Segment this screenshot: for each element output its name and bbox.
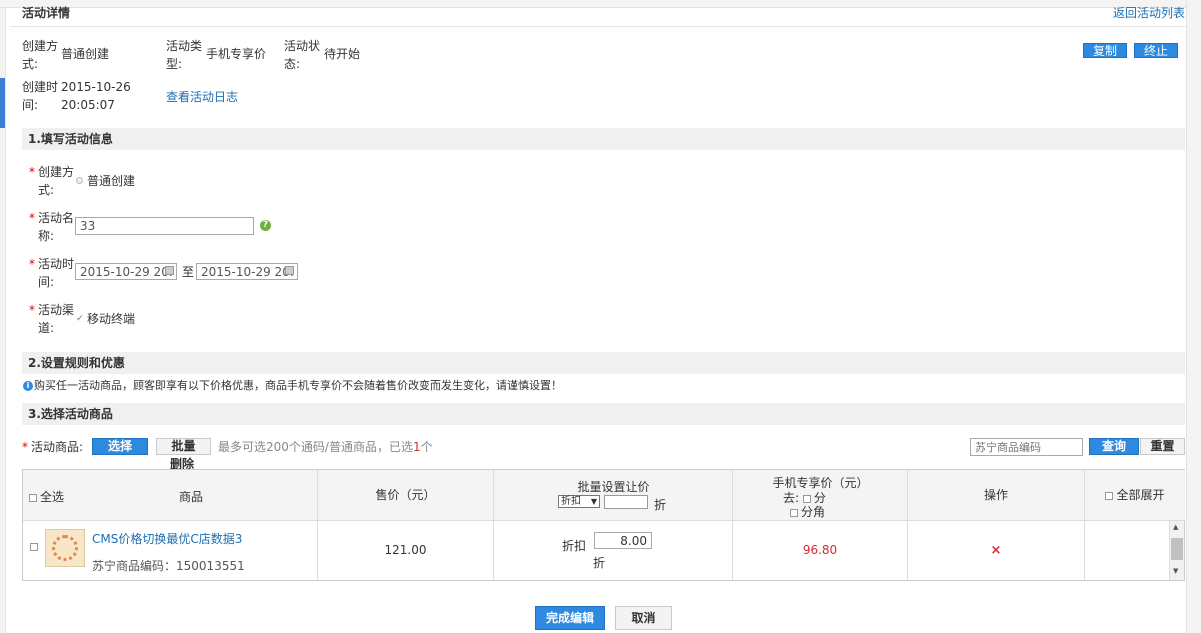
batch-discount-input[interactable] — [604, 495, 648, 509]
chevron-down-icon: ▼ — [590, 497, 597, 506]
remove-fenjiao-label: 分角 — [801, 505, 826, 519]
product-thumbnail-pattern — [52, 535, 78, 561]
channel-value: 移动终端 — [87, 312, 136, 326]
selection-limit-text: 最多可选200个通码/普通商品，已选1个 — [218, 438, 433, 456]
batch-discount-select[interactable]: 折扣 ▼ — [558, 495, 600, 508]
created-date: 2015-10-26 — [61, 80, 131, 94]
cancel-button[interactable]: 取消 — [615, 606, 672, 630]
info-icon: i — [23, 381, 33, 391]
help-icon[interactable]: ? — [260, 220, 271, 231]
expand-all-cell[interactable]: 全部展开 — [1085, 470, 1185, 520]
row-mobile-price: 96.80 — [733, 521, 908, 580]
end-time-value: 2015-10-29 20: — [201, 265, 294, 279]
header-batch-cell: 批量设置让价 折扣 ▼ 折 — [494, 470, 733, 520]
goods-code-search-input[interactable] — [970, 438, 1083, 456]
select-all-label: 全选 — [40, 490, 65, 504]
start-time-value: 2015-10-29 20: — [80, 265, 173, 279]
query-button[interactable]: 查询 — [1089, 438, 1139, 455]
channel-check-icon[interactable]: ✔ — [76, 314, 84, 324]
expand-all-checkbox[interactable] — [1105, 491, 1114, 500]
header-divider — [10, 26, 1186, 27]
activity-type-label: 活动类型: — [166, 39, 203, 71]
header-mobile-cell: 手机专享价（元） 去: 分 分角 — [733, 470, 908, 520]
column-batch: 批量设置让价 — [577, 480, 650, 494]
delete-icon[interactable]: × — [991, 543, 1002, 558]
remove-fenjiao-option[interactable]: 分角 — [790, 503, 825, 520]
end-time-input[interactable]: 2015-10-29 20: — [196, 263, 298, 280]
rules-notice: 购买任一活动商品，顾客即享有以下价格优惠，商品手机专享价不会随着售价改变而发生变… — [34, 379, 562, 392]
select-all-checkbox[interactable] — [29, 493, 37, 502]
scrollbar-thumb[interactable] — [1171, 538, 1183, 560]
time-label: 活动时间: — [38, 257, 75, 289]
column-product: 商品 — [179, 490, 204, 504]
activity-type-value: 手机专享价 — [206, 47, 267, 61]
select-all[interactable]: 全选 — [29, 488, 64, 505]
limit-suffix: 个 — [420, 440, 433, 454]
row-checkbox[interactable] — [30, 543, 38, 551]
product-code: 苏宁商品编码：150013551 — [92, 557, 245, 574]
start-time-input[interactable]: 2015-10-29 20: — [75, 263, 177, 280]
section-fill-info: 1.填写活动信息 — [22, 128, 1185, 150]
section-select-goods: 3.选择活动商品 — [22, 403, 1185, 425]
time-separator: 至 — [182, 265, 195, 279]
row-discount-cell: 折扣 8.00 折 — [494, 521, 733, 580]
batch-unit: 折 — [654, 498, 667, 512]
sidebar-active-marker — [0, 78, 5, 128]
activity-status-label: 活动状态: — [284, 39, 321, 71]
section-rules: 2.设置规则和优惠 — [22, 352, 1185, 374]
limit-prefix: 最多可选200个通码/普通商品，已选 — [218, 440, 413, 454]
row-action-cell: × — [908, 521, 1085, 580]
top-toolbar-strip — [0, 0, 1201, 8]
create-method-value: 普通创建 — [61, 47, 110, 61]
goods-label: 活动商品: — [31, 440, 84, 454]
activity-name-input[interactable]: 33 — [75, 217, 254, 235]
column-price: 售价（元） — [318, 470, 494, 520]
selected-count: 1 — [412, 440, 421, 454]
method-value: 普通创建 — [87, 174, 136, 188]
calendar-icon[interactable] — [285, 266, 294, 275]
table-row: CMS价格切换最优C店数据3 苏宁商品编码：150013551 — [23, 521, 318, 580]
discount-unit: 折 — [593, 556, 606, 570]
table-scrollbar[interactable]: ▲ ▼ — [1169, 521, 1184, 580]
created-time: 20:05:07 — [61, 98, 115, 112]
discount-label: 折扣 — [562, 539, 587, 553]
copy-button[interactable]: 复制 — [1083, 43, 1127, 58]
batch-select-value: 折扣 — [561, 496, 581, 507]
channel-label: 活动渠道: — [38, 303, 75, 335]
left-sidebar-edge — [0, 8, 6, 633]
header-product-cell: 全选 商品 — [23, 470, 318, 520]
remove-fenjiao-checkbox[interactable] — [790, 508, 798, 517]
page-title: 活动详情 — [22, 6, 71, 20]
product-code-label: 苏宁商品编码： — [92, 559, 177, 573]
product-code-value: 150013551 — [176, 559, 245, 573]
method-label: 创建方式: — [38, 165, 75, 197]
product-name-link[interactable]: CMS价格切换最优C店数据3 — [92, 530, 242, 547]
page-scrollbar[interactable] — [1186, 0, 1201, 633]
back-to-list-link[interactable]: 返回活动列表 — [1113, 4, 1185, 21]
create-method-label: 创建方式: — [22, 39, 59, 71]
calendar-icon[interactable] — [165, 266, 174, 275]
column-action: 操作 — [908, 470, 1085, 520]
select-goods-button[interactable]: 选择 — [92, 438, 148, 455]
activity-status-value: 待开始 — [324, 47, 361, 61]
method-radio[interactable] — [76, 177, 83, 184]
row-expand-cell: ▲ ▼ — [1085, 521, 1185, 580]
created-time-label: 创建时间: — [22, 80, 59, 112]
row-price: 121.00 — [318, 521, 494, 580]
discount-input[interactable]: 8.00 — [594, 532, 652, 549]
stop-button[interactable]: 终止 — [1134, 43, 1178, 58]
expand-all-label: 全部展开 — [1116, 488, 1165, 502]
name-label: 活动名称: — [38, 211, 75, 243]
remove-fen-checkbox[interactable] — [802, 494, 811, 503]
product-thumbnail[interactable] — [45, 529, 85, 567]
finish-edit-button[interactable]: 完成编辑 — [535, 606, 605, 630]
view-log-link[interactable]: 查看活动日志 — [166, 88, 238, 105]
scroll-up-icon[interactable]: ▲ — [1173, 523, 1178, 531]
reset-button[interactable]: 重置 — [1140, 438, 1185, 455]
scroll-down-icon[interactable]: ▼ — [1173, 567, 1178, 575]
batch-delete-button[interactable]: 批量 — [156, 438, 211, 455]
